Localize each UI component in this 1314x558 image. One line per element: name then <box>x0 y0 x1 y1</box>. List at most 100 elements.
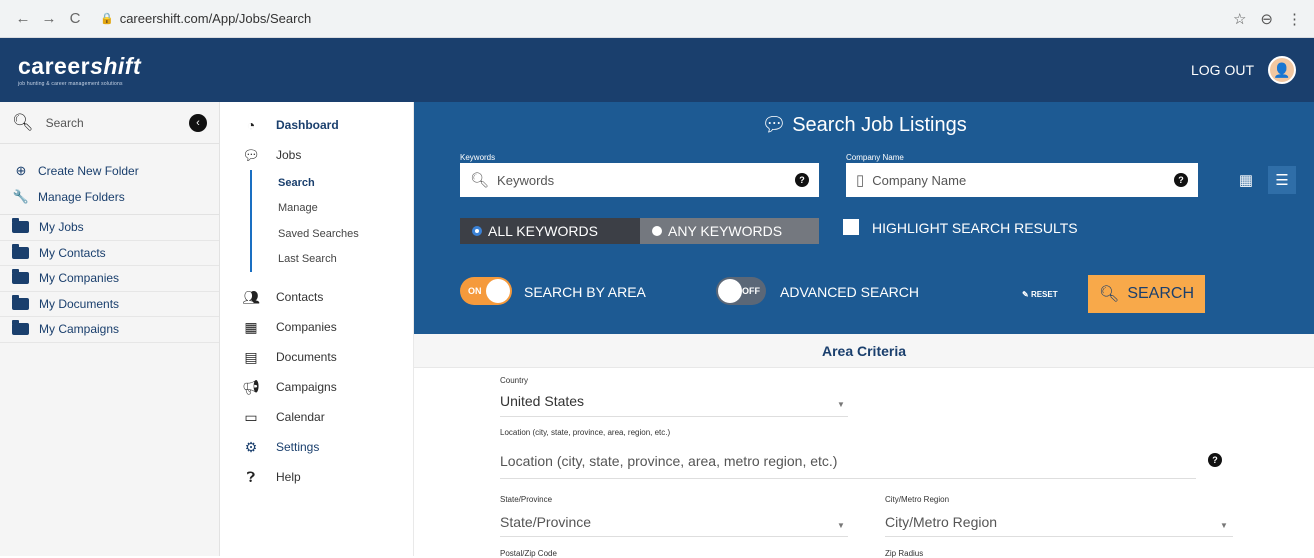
logout-link[interactable]: LOG OUT <box>1191 62 1254 78</box>
collapse-sidebar-icon[interactable]: ‹ <box>189 113 207 132</box>
forward-icon[interactable]: → <box>38 10 60 27</box>
nav-label: Dashboard <box>276 118 339 132</box>
location-label: Location (city, state, province, area, r… <box>500 428 671 437</box>
browser-toolbar: ← → C 🔒 careershift.com/App/Jobs/Search … <box>0 0 1314 38</box>
location-input[interactable]: Location (city, state, province, area, m… <box>500 453 837 469</box>
advanced-search-label: ADVANCED SEARCH <box>780 284 919 300</box>
folder-my-documents[interactable]: My Documents <box>0 292 219 317</box>
folder-label: My Contacts <box>39 245 106 260</box>
app-header: careershift job hunting & career managem… <box>0 38 1314 102</box>
folder-label: My Jobs <box>39 220 84 235</box>
sidebar-search-input[interactable]: Search <box>46 116 84 130</box>
subnav-saved-searches[interactable]: Saved Searches <box>278 221 413 247</box>
megaphone-icon: 📢︎ <box>242 378 260 395</box>
chevron-down-icon: ▼ <box>1220 521 1228 530</box>
main-nav: ◔ Dashboard 💬︎ Jobs Search Manage Saved Se… <box>220 102 414 556</box>
title-text: Search Job Listings <box>792 114 967 136</box>
keywords-input[interactable]: 🔍︎ Keywords ? <box>460 163 819 197</box>
nav-companies[interactable]: ▦ Companies <box>220 312 413 342</box>
city-select[interactable]: City/Metro Region <box>885 514 997 530</box>
speech-bubble-icon: 💬︎ <box>761 114 787 136</box>
nav-dashboard[interactable]: ◔ Dashboard <box>220 110 413 140</box>
reload-icon[interactable]: C <box>64 10 86 27</box>
search-icon: 🔍︎ <box>1099 286 1120 303</box>
any-keywords-option[interactable]: ANY KEYWORDS <box>640 218 819 244</box>
company-placeholder: Company Name <box>872 172 967 188</box>
contacts-people-icon: 👥︎ <box>242 288 260 305</box>
folder-icon <box>12 294 29 310</box>
calendar-icon: ▭ <box>244 408 258 425</box>
all-keywords-option[interactable]: ALL KEYWORDS <box>460 218 640 244</box>
nav-settings[interactable]: ⚙ Settings <box>220 432 413 462</box>
radio-selected <box>472 226 482 236</box>
create-folder-link[interactable]: ⊕ Create New Folder <box>12 158 207 184</box>
grid-view-icon[interactable]: ▦ <box>1232 166 1260 194</box>
folder-label: My Documents <box>39 296 120 311</box>
country-select[interactable]: United States <box>500 393 584 409</box>
profile-icon[interactable]: ⊖ <box>1260 10 1273 28</box>
manage-folders-link[interactable]: 🔧 Manage Folders <box>12 184 207 210</box>
highlight-checkbox[interactable] <box>843 219 859 235</box>
document-icon: ▤ <box>244 348 258 365</box>
radio-unselected <box>652 226 662 236</box>
user-avatar-icon: 👤 <box>1273 61 1291 78</box>
careershift-logo[interactable]: careershift job hunting & career managem… <box>18 53 141 87</box>
subnav-search[interactable]: Search <box>278 170 413 196</box>
nav-help[interactable]: ❓︎ Help <box>220 462 413 492</box>
search-by-area-switch[interactable]: ON <box>460 277 512 305</box>
switch-knob <box>486 279 510 303</box>
address-bar[interactable]: 🔒 careershift.com/App/Jobs/Search <box>100 11 311 26</box>
building-icon: ▦ <box>244 318 258 335</box>
nav-jobs[interactable]: 💬︎ Jobs <box>220 140 413 170</box>
nav-contacts[interactable]: 👥︎ Contacts <box>220 282 413 312</box>
bookmark-star-icon[interactable]: ☆ <box>1233 10 1246 28</box>
switch-knob <box>718 279 742 303</box>
divider <box>885 536 1233 537</box>
manage-folders-label: Manage Folders <box>38 190 125 204</box>
gear-icon: ⚙ <box>244 438 258 455</box>
nav-calendar[interactable]: ▭ Calendar <box>220 402 413 432</box>
folder-my-contacts[interactable]: My Contacts <box>0 241 219 266</box>
wrench-icon: 🔧 <box>12 189 30 204</box>
avatar[interactable]: 👤 <box>1268 56 1296 84</box>
left-sidebar: 🔍︎ Search ‹ ⊕ Create New Folder 🔧 Manage… <box>0 102 220 556</box>
sidebar-search[interactable]: 🔍︎ Search ‹ <box>0 102 219 144</box>
search-by-area-label: SEARCH BY AREA <box>524 284 646 300</box>
logo-text-main: career <box>18 53 91 79</box>
city-label: City/Metro Region <box>885 495 950 504</box>
nav-label: Help <box>276 470 301 484</box>
folder-actions: ⊕ Create New Folder 🔧 Manage Folders <box>0 144 219 215</box>
help-icon[interactable]: ? <box>795 173 809 187</box>
advanced-search-switch[interactable]: OFF <box>716 277 766 305</box>
main-content: 💬︎ Search Job Listings Keywords 🔍︎ Keywo… <box>414 102 1314 558</box>
folder-list: My Jobs My Contacts My Companies My Docu… <box>0 215 219 343</box>
help-icon[interactable]: ? <box>1174 173 1188 187</box>
browser-menu-icon[interactable]: ⋮ <box>1287 10 1302 28</box>
nav-label: Companies <box>276 320 337 334</box>
state-select[interactable]: State/Province <box>500 514 591 530</box>
chevron-down-icon: ▼ <box>837 400 845 409</box>
nav-documents[interactable]: ▤ Documents <box>220 342 413 372</box>
folder-my-jobs[interactable]: My Jobs <box>0 215 219 241</box>
folder-label: My Campaigns <box>39 322 120 337</box>
keyword-mode-toggle: ALL KEYWORDS ANY KEYWORDS <box>460 218 819 244</box>
dashboard-gauge-icon: ◔ <box>246 117 256 133</box>
nav-label: Campaigns <box>276 380 337 394</box>
search-icon: 🔍︎ <box>470 172 490 189</box>
plus-circle-icon: ⊕ <box>15 163 27 178</box>
nav-campaigns[interactable]: 📢︎ Campaigns <box>220 372 413 402</box>
subnav-manage[interactable]: Manage <box>278 196 413 222</box>
company-input[interactable]: ▯ Company Name ? <box>846 163 1198 197</box>
logo-text-italic: shift <box>90 53 142 79</box>
url-text: careershift.com/App/Jobs/Search <box>119 11 312 26</box>
list-view-icon[interactable]: ☰ <box>1268 166 1296 194</box>
jobs-subnav: Search Manage Saved Searches Last Search <box>250 170 413 272</box>
reset-link[interactable]: ✎ RESET <box>1022 290 1058 299</box>
back-icon[interactable]: ← <box>12 10 34 27</box>
folder-my-campaigns[interactable]: My Campaigns <box>0 317 219 343</box>
page-title: 💬︎ Search Job Listings <box>414 112 1314 137</box>
search-button[interactable]: 🔍︎ SEARCH <box>1088 275 1205 313</box>
subnav-last-search[interactable]: Last Search <box>278 247 413 273</box>
folder-my-companies[interactable]: My Companies <box>0 266 219 292</box>
help-icon[interactable]: ? <box>1208 453 1222 467</box>
